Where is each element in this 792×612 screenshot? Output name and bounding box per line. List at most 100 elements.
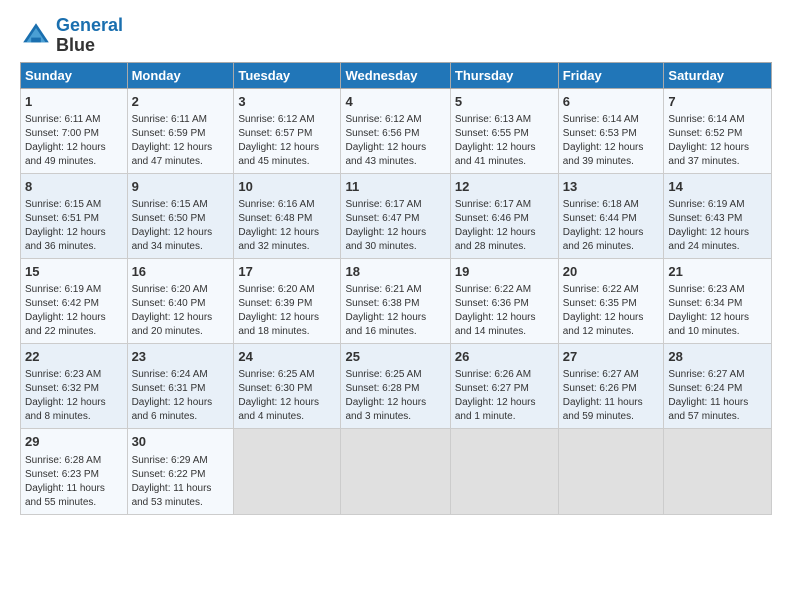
calendar-cell [341,429,450,514]
calendar-table: SundayMondayTuesdayWednesdayThursdayFrid… [20,62,772,515]
cell-line: and 20 minutes. [132,325,230,339]
day-number: 26 [455,348,554,366]
day-header-friday: Friday [558,62,664,88]
cell-line: Sunrise: 6:12 AM [238,113,336,127]
cell-line: Sunrise: 6:17 AM [345,198,445,212]
cell-line: Sunset: 6:24 PM [668,382,767,396]
cell-line: and 28 minutes. [455,240,554,254]
cell-line: Sunset: 6:48 PM [238,212,336,226]
cell-line: Sunrise: 6:19 AM [668,198,767,212]
calendar-cell [234,429,341,514]
cell-line: Sunrise: 6:14 AM [563,113,660,127]
cell-line: Sunrise: 6:11 AM [132,113,230,127]
cell-line: Sunrise: 6:18 AM [563,198,660,212]
calendar-cell: 28 Sunrise: 6:27 AMSunset: 6:24 PMDayligh… [664,344,772,429]
cell-line: Sunrise: 6:15 AM [25,198,123,212]
cell-line: Sunset: 6:51 PM [25,212,123,226]
cell-line: Sunrise: 6:11 AM [25,113,123,127]
cell-line: and 18 minutes. [238,325,336,339]
cell-line: Sunset: 6:28 PM [345,382,445,396]
cell-line: and 39 minutes. [563,155,660,169]
cell-line: Sunrise: 6:22 AM [563,283,660,297]
cell-line: Sunset: 6:42 PM [25,297,123,311]
cell-line: Daylight: 12 hours [238,226,336,240]
cell-line: Sunrise: 6:27 AM [563,368,660,382]
calendar-cell: 2Sunrise: 6:11 AMSunset: 6:59 PMDaylight… [127,88,234,173]
calendar-cell: 26Sunrise: 6:26 AMSunset: 6:27 PMDayligh… [450,344,558,429]
cell-line: Sunrise: 6:19 AM [25,283,123,297]
cell-line: and 36 minutes. [25,240,123,254]
cell-line: Sunset: 6:55 PM [455,127,554,141]
cell-line: and 59 minutes. [563,410,660,424]
calendar-cell: 29Sunrise: 6:28 AMSunset: 6:23 PMDayligh… [21,429,128,514]
day-number: 5 [455,93,554,111]
day-number: 10 [238,178,336,196]
calendar-body: 1Sunrise: 6:11 AMSunset: 7:00 PMDaylight… [21,88,772,514]
cell-line: Daylight: 12 hours [132,226,230,240]
cell-line: Sunrise: 6:23 AM [25,368,123,382]
day-number: 27 [563,348,660,366]
day-number: 14 [668,178,767,196]
cell-line: Daylight: 12 hours [668,311,767,325]
cell-line: Sunrise: 6:22 AM [455,283,554,297]
cell-line: Daylight: 12 hours [563,141,660,155]
day-header-tuesday: Tuesday [234,62,341,88]
cell-line: Daylight: 12 hours [563,226,660,240]
calendar-cell: 11Sunrise: 6:17 AMSunset: 6:47 PMDayligh… [341,173,450,258]
cell-line: Daylight: 12 hours [563,311,660,325]
cell-line: Sunrise: 6:26 AM [455,368,554,382]
day-number: 30 [132,433,230,451]
header: General Blue [20,16,772,56]
logo-icon [20,20,52,52]
cell-line: Sunset: 7:00 PM [25,127,123,141]
day-number: 13 [563,178,660,196]
page: General Blue SundayMondayTuesdayWednesda… [0,0,792,531]
cell-line: Daylight: 12 hours [25,226,123,240]
day-number: 11 [345,178,445,196]
calendar-cell: 6Sunrise: 6:14 AMSunset: 6:53 PMDaylight… [558,88,664,173]
cell-line: Sunrise: 6:20 AM [132,283,230,297]
cell-line: Daylight: 12 hours [238,396,336,410]
day-number: 28 [668,348,767,366]
day-header-saturday: Saturday [664,62,772,88]
logo: General Blue [20,16,123,56]
cell-line: and 30 minutes. [345,240,445,254]
cell-line: Daylight: 12 hours [238,311,336,325]
cell-line: and 26 minutes. [563,240,660,254]
calendar-week-3: 15 Sunrise: 6:19 AMSunset: 6:42 PM Dayligh… [21,258,772,343]
day-number: 18 [345,263,445,281]
calendar-cell: 20Sunrise: 6:22 AMSunset: 6:35 PMDayligh… [558,258,664,343]
cell-line: Sunset: 6:31 PM [132,382,230,396]
day-number: 29 [25,433,123,451]
calendar-cell: 4Sunrise: 6:12 AMSunset: 6:56 PMDaylight… [341,88,450,173]
cell-line: and 47 minutes. [132,155,230,169]
day-number: 6 [563,93,660,111]
cell-line: Sunset: 6:30 PM [238,382,336,396]
cell-line: Daylight: 12 hours [345,396,445,410]
day-number: 2 [132,93,230,111]
cell-line: Sunrise: 6:27 AM [668,368,767,382]
cell-line: Sunset: 6:46 PM [455,212,554,226]
day-number: 15 [25,263,123,281]
day-number: 19 [455,263,554,281]
cell-line: Daylight: 12 hours [238,141,336,155]
cell-line: and 53 minutes. [132,496,230,510]
cell-line: Sunrise: 6:14 AM [668,113,767,127]
cell-line: Daylight: 12 hours [455,141,554,155]
calendar-week-4: 22Sunrise: 6:23 AMSunset: 6:32 PMDayligh… [21,344,772,429]
calendar-cell: 14Sunrise: 6:19 AMSunset: 6:43 PMDayligh… [664,173,772,258]
calendar-cell: 8Sunrise: 6:15 AMSunset: 6:51 PMDaylight… [21,173,128,258]
cell-line: Daylight: 12 hours [455,226,554,240]
cell-line: Daylight: 11 hours [668,396,767,410]
cell-line: and 32 minutes. [238,240,336,254]
day-header-wednesday: Wednesday [341,62,450,88]
cell-line: Sunrise: 6:21 AM [345,283,445,297]
cell-line: Sunrise: 6:15 AM [132,198,230,212]
calendar-cell: 19Sunrise: 6:22 AMSunset: 6:36 PMDayligh… [450,258,558,343]
cell-line: Sunrise: 6:12 AM [345,113,445,127]
calendar-cell [450,429,558,514]
cell-line: Sunset: 6:47 PM [345,212,445,226]
cell-line: Sunrise: 6:25 AM [238,368,336,382]
cell-line: Sunset: 6:56 PM [345,127,445,141]
calendar-cell [558,429,664,514]
